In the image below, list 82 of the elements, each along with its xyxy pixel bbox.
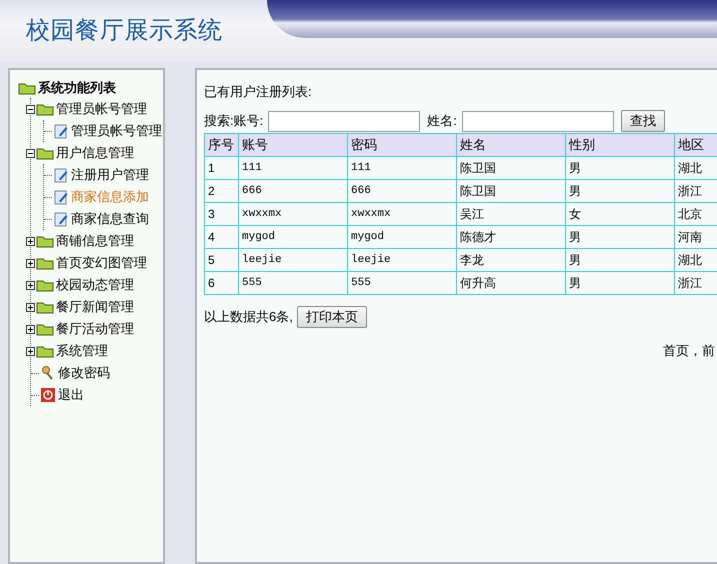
collapse-icon[interactable]: [26, 104, 35, 114]
column-header: 地区: [674, 134, 717, 156]
table-cell: 3: [204, 202, 238, 226]
table-cell: 陈德才: [456, 226, 566, 248]
folder-icon: [18, 81, 36, 95]
pagination-links[interactable]: 首页，前: [663, 341, 715, 360]
notepad-pencil-icon: [53, 123, 69, 139]
app-title: 校园餐厅展示系统: [26, 16, 223, 46]
folder-icon: [36, 102, 54, 116]
name-input[interactable]: [462, 110, 614, 132]
expand-icon[interactable]: [26, 346, 35, 356]
account-input[interactable]: [268, 110, 420, 132]
table-cell: mygod: [348, 226, 456, 248]
search-label: 搜索:账号:: [204, 112, 264, 130]
menu-item[interactable]: 用户信息管理: [56, 143, 134, 163]
table-cell: 女: [566, 202, 674, 226]
table-cell: 陈卫国: [456, 156, 566, 180]
folder-icon: [36, 234, 54, 248]
menu-item[interactable]: 商家信息查询: [71, 209, 149, 229]
table-cell: 111: [238, 156, 348, 180]
name-label: 姓名:: [427, 112, 457, 130]
notepad-pencil-icon: [53, 211, 69, 227]
table-cell: 5: [204, 248, 238, 272]
print-button[interactable]: 打印本页: [296, 306, 367, 328]
table-cell: 男: [566, 272, 674, 294]
table-cell: 111: [348, 156, 456, 180]
table-cell: 6: [204, 272, 238, 294]
table-cell: 男: [566, 226, 674, 248]
folder-icon: [36, 300, 54, 314]
menu-item[interactable]: 餐厅活动管理: [56, 319, 134, 339]
table-cell: 666: [348, 180, 456, 202]
table-cell: leejie: [238, 248, 348, 272]
column-header: 密码: [348, 134, 456, 156]
column-header: 姓名: [456, 134, 566, 156]
power-icon: [40, 387, 56, 403]
table-cell: xwxxmx: [348, 202, 456, 226]
table-cell: 男: [566, 156, 674, 180]
menu-item[interactable]: 注册用户管理: [71, 165, 149, 185]
table-cell: 吴江: [456, 202, 566, 226]
table-cell: 1: [204, 156, 238, 180]
menu-item[interactable]: 首页变幻图管理: [56, 253, 147, 273]
menu-item[interactable]: 管理员帐号管理: [56, 99, 147, 119]
table-cell: 何升高: [456, 272, 566, 294]
table-cell: 2: [204, 180, 238, 202]
column-header: 账号: [238, 134, 348, 156]
expand-icon[interactable]: [26, 258, 35, 268]
menu-item[interactable]: 修改密码: [58, 363, 110, 383]
table-cell: xwxxmx: [238, 202, 348, 226]
column-header: 序号: [204, 134, 238, 156]
record-count: 以上数据共6条,: [204, 308, 293, 326]
menu-item[interactable]: 管理员帐号管理: [71, 121, 162, 141]
table-cell: mygod: [238, 226, 348, 248]
table-cell: 555: [238, 272, 348, 294]
menu-item[interactable]: 系统管理: [56, 341, 108, 361]
notepad-pencil-icon: [53, 189, 69, 205]
table-cell: 陈卫国: [456, 180, 566, 202]
table-cell: 李龙: [456, 248, 566, 272]
sidebar-title: 系统功能列表: [38, 79, 116, 98]
expand-icon[interactable]: [26, 236, 35, 246]
table-cell: 4: [204, 226, 238, 248]
table-cell: 555: [348, 272, 456, 294]
expand-icon[interactable]: [26, 302, 35, 312]
folder-icon: [36, 344, 54, 358]
table-cell: 男: [566, 180, 674, 202]
menu-item[interactable]: 餐厅新闻管理: [56, 297, 134, 317]
folder-icon: [36, 256, 54, 270]
menu-item[interactable]: 校园动态管理: [56, 275, 134, 295]
expand-icon[interactable]: [26, 280, 35, 290]
expand-icon[interactable]: [26, 324, 35, 334]
notepad-pencil-icon: [53, 167, 69, 183]
folder-icon: [36, 278, 54, 292]
table-cell: 666: [238, 180, 348, 202]
folder-icon: [36, 146, 54, 160]
table-cell: 男: [566, 248, 674, 272]
menu-item[interactable]: 商铺信息管理: [56, 231, 134, 251]
table-cell: leejie: [348, 248, 456, 272]
folder-icon: [36, 322, 54, 336]
collapse-icon[interactable]: [26, 148, 35, 158]
column-header: 性别: [566, 134, 674, 156]
search-button[interactable]: 查找: [620, 110, 665, 132]
list-heading: 已有用户注册列表:: [204, 83, 313, 101]
menu-item[interactable]: 退出: [58, 385, 84, 405]
